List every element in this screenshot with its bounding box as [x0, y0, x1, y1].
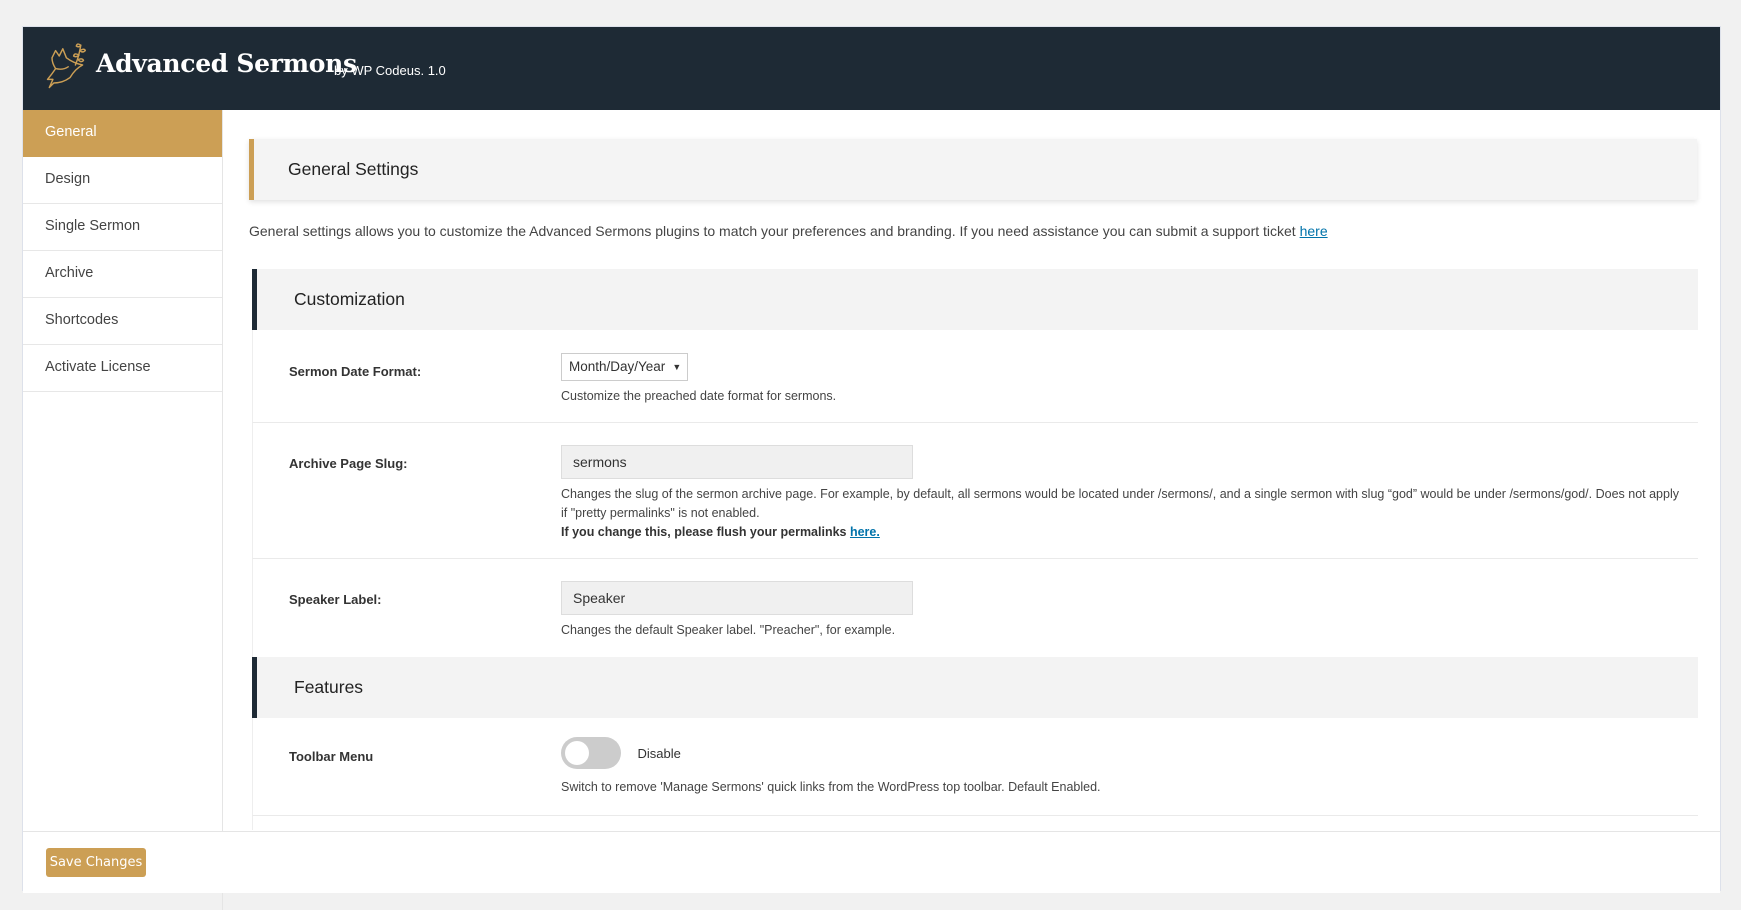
sidebar-item-activate-license[interactable]: Activate License: [23, 345, 222, 392]
plugin-byline: by WP Codeus. 1.0: [334, 63, 446, 78]
plugin-title: Advanced Sermons: [96, 49, 357, 78]
toggle-knob: [565, 741, 589, 765]
setting-row-toolbar-menu: Toolbar Menu Disable Switch to remove 'M…: [252, 718, 1698, 816]
section-features: Features: [252, 657, 1698, 718]
save-changes-button[interactable]: Save Changes: [46, 848, 146, 877]
plugin-header: Advanced Sermons by WP Codeus. 1.0: [23, 27, 1720, 110]
dove-with-olive-branch-icon: [46, 43, 87, 89]
setting-row-archive-slug: Archive Page Slug: sermons Changes the s…: [252, 423, 1698, 559]
sidebar-item-single-sermon[interactable]: Single Sermon: [23, 204, 222, 251]
settings-content: General Settings General settings allows…: [223, 110, 1720, 830]
settings-footer: Save Changes: [23, 831, 1720, 893]
flush-permalinks-link[interactable]: here.: [850, 525, 880, 539]
archive-slug-help: Changes the slug of the sermon archive p…: [561, 487, 1679, 520]
sidebar-item-archive[interactable]: Archive: [23, 251, 222, 298]
archive-slug-input[interactable]: sermons: [561, 445, 913, 479]
setting-row-speaker-label: Speaker Label: Speaker Changes the defau…: [252, 559, 1698, 657]
page-header: General Settings: [249, 139, 1697, 200]
section-title: Features: [294, 677, 364, 697]
speaker-label-label: Speaker Label:: [289, 592, 382, 607]
speaker-label-input[interactable]: Speaker: [561, 581, 913, 615]
flush-permalinks-note: If you change this, please flush your pe…: [561, 523, 1688, 542]
toolbar-menu-toggle[interactable]: [561, 737, 621, 769]
date-format-select[interactable]: Month/Day/Year ▼: [561, 353, 689, 381]
setting-row-next: [252, 816, 1698, 830]
page-title: General Settings: [288, 159, 419, 179]
sidebar-item-shortcodes[interactable]: Shortcodes: [23, 298, 222, 345]
date-format-value: Month/Day/Year: [569, 359, 666, 374]
section-customization: Customization: [252, 269, 1698, 330]
toolbar-menu-label: Toolbar Menu: [289, 749, 374, 764]
toggle-state-label: Disable: [637, 745, 681, 761]
section-title: Customization: [294, 289, 405, 309]
page-intro: General settings allows you to customize…: [249, 223, 1328, 239]
sidebar-item-design[interactable]: Design: [23, 157, 222, 204]
settings-panel: Advanced Sermons by WP Codeus. 1.0 Gener…: [22, 26, 1721, 910]
settings-sidebar: General Design Single Sermon Archive Sho…: [23, 110, 223, 910]
support-ticket-link[interactable]: here: [1300, 223, 1328, 239]
setting-row-date-format: Sermon Date Format: Month/Day/Year ▼ Cust…: [252, 330, 1698, 423]
speaker-label-help: Changes the default Speaker label. "Prea…: [561, 623, 896, 637]
flush-note-text: If you change this, please flush your pe…: [561, 525, 850, 539]
date-format-label: Sermon Date Format:: [289, 364, 422, 379]
archive-slug-label: Archive Page Slug:: [289, 456, 408, 471]
date-format-help: Customize the preached date format for s…: [561, 389, 837, 403]
dropdown-caret-icon: ▼: [672, 362, 682, 372]
toolbar-menu-help: Switch to remove 'Manage Sermons' quick …: [561, 780, 1101, 794]
sidebar-item-general[interactable]: General: [23, 110, 222, 157]
intro-text: General settings allows you to customize…: [249, 223, 1300, 239]
